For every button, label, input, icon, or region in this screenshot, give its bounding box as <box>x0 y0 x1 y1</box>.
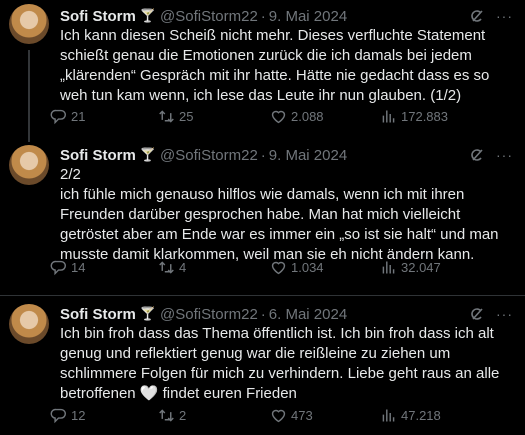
user-handle[interactable]: @SofiStorm22 <box>160 147 258 164</box>
repost-icon <box>159 109 174 123</box>
action-bar: 21 25 2.088 172.883 <box>50 106 511 126</box>
reply-button[interactable]: 21 <box>50 108 85 125</box>
separator-dot: · <box>260 146 266 164</box>
cocktail-emoji: 🍸 <box>139 8 157 23</box>
grok-icon[interactable] <box>469 306 485 322</box>
repost-count: 2 <box>179 407 187 423</box>
tweet-header: Sofi Storm 🍸 @SofiStorm22 · 9. Mai 2024 <box>60 6 511 26</box>
repost-button[interactable]: 4 <box>158 259 186 276</box>
user-handle[interactable]: @SofiStorm22 <box>160 8 258 25</box>
like-button[interactable]: 1.034 <box>270 259 324 276</box>
thread-connector-line <box>28 50 30 142</box>
tweet-2[interactable]: Sofi Storm 🍸 @SofiStorm22 · 9. Mai 2024 … <box>0 142 525 295</box>
tweet-date[interactable]: 9. Mai 2024 <box>269 147 347 164</box>
more-dots-icon[interactable]: ··· <box>496 306 513 322</box>
like-count: 473 <box>291 407 313 423</box>
repost-icon <box>159 408 174 422</box>
display-name[interactable]: Sofi Storm <box>60 306 136 323</box>
reply-count: 21 <box>71 108 86 124</box>
action-bar: 14 4 1.034 32.047 <box>50 257 511 277</box>
like-count: 1.034 <box>291 259 324 275</box>
repost-button[interactable]: 2 <box>158 407 186 424</box>
repost-icon <box>159 260 174 274</box>
grok-icon[interactable] <box>469 8 485 24</box>
tweet-header: Sofi Storm 🍸 @SofiStorm22 · 6. Mai 2024 <box>60 304 511 324</box>
heart-icon <box>271 110 286 123</box>
avatar[interactable] <box>9 4 49 44</box>
views-button[interactable]: 32.047 <box>380 259 441 276</box>
tweet-text: Ich bin froh dass das Thema öffentlich i… <box>60 325 500 402</box>
repost-count: 25 <box>179 108 194 124</box>
repost-button[interactable]: 25 <box>158 108 193 125</box>
tweet-1[interactable]: Sofi Storm 🍸 @SofiStorm22 · 9. Mai 2024 … <box>0 0 525 142</box>
display-name[interactable]: Sofi Storm <box>60 8 136 25</box>
repost-count: 4 <box>179 259 187 275</box>
reply-button[interactable]: 14 <box>50 259 85 276</box>
tweet-date[interactable]: 9. Mai 2024 <box>269 8 347 25</box>
reply-icon <box>50 109 67 124</box>
cocktail-emoji: 🍸 <box>139 147 157 162</box>
heart-icon <box>271 409 286 422</box>
views-chart-icon <box>382 261 395 273</box>
views-button[interactable]: 172.883 <box>380 108 448 125</box>
tweet-text: 2/2 ich fühle mich genauso hilflos wie d… <box>60 166 499 263</box>
reply-icon <box>50 260 67 275</box>
separator-dot: · <box>260 305 266 323</box>
heart-icon <box>271 261 286 274</box>
views-count: 32.047 <box>401 259 441 275</box>
separator-dot: · <box>260 7 266 25</box>
views-count: 172.883 <box>401 108 448 124</box>
reply-icon <box>50 408 67 423</box>
cocktail-emoji: 🍸 <box>139 306 157 321</box>
user-handle[interactable]: @SofiStorm22 <box>160 306 258 323</box>
reply-count: 12 <box>71 407 86 423</box>
avatar[interactable] <box>9 145 49 185</box>
tweet-header: Sofi Storm 🍸 @SofiStorm22 · 9. Mai 2024 <box>60 145 511 165</box>
tweet-3[interactable]: Sofi Storm 🍸 @SofiStorm22 · 6. Mai 2024 … <box>0 295 525 435</box>
reply-button[interactable]: 12 <box>50 407 85 424</box>
like-count: 2.088 <box>291 108 324 124</box>
views-chart-icon <box>382 110 395 122</box>
views-chart-icon <box>382 409 395 421</box>
avatar[interactable] <box>9 304 49 344</box>
action-bar: 12 2 473 47.218 <box>50 405 511 425</box>
more-dots-icon[interactable]: ··· <box>496 8 513 24</box>
more-dots-icon[interactable]: ··· <box>496 147 513 163</box>
reply-count: 14 <box>71 259 86 275</box>
like-button[interactable]: 2.088 <box>270 108 324 125</box>
views-button[interactable]: 47.218 <box>380 407 441 424</box>
grok-icon[interactable] <box>469 147 485 163</box>
display-name[interactable]: Sofi Storm <box>60 147 136 164</box>
tweet-date[interactable]: 6. Mai 2024 <box>269 306 347 323</box>
tweet-text: Ich kann diesen Scheiß nicht mehr. Diese… <box>60 27 490 104</box>
like-button[interactable]: 473 <box>270 407 313 424</box>
views-count: 47.218 <box>401 407 441 423</box>
